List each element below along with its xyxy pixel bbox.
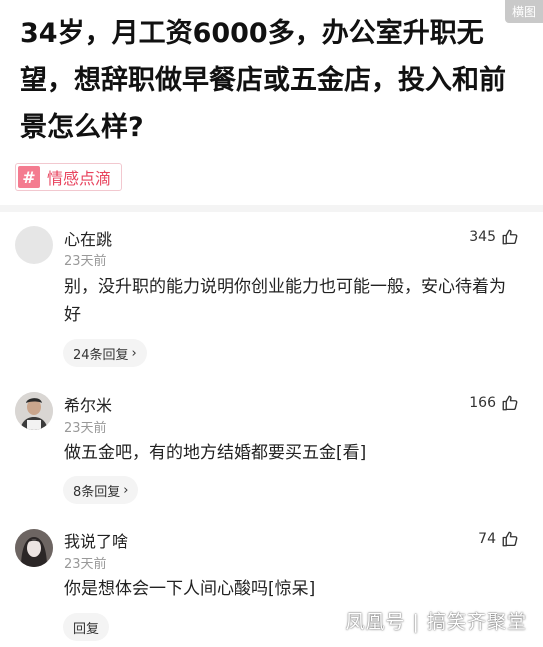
comment-username[interactable]: 我说了啥 — [64, 528, 128, 552]
comment-text: 别，没升职的能力说明你创业能力也可能一般，安心待着为好 — [64, 277, 506, 325]
like-button[interactable]: 74 — [478, 530, 519, 548]
like-count: 74 — [478, 531, 496, 547]
reply-label: 回复 — [73, 621, 100, 637]
avatar[interactable] — [15, 392, 53, 430]
comment-username[interactable]: 希尔米 — [64, 392, 112, 416]
like-button[interactable]: 166 — [469, 394, 519, 412]
woman-portrait-icon — [15, 529, 53, 567]
comment-text: 你是想体会一下人间心酸吗[惊呆] — [64, 579, 316, 599]
comment-time: 23天前 — [64, 557, 107, 572]
thumbs-up-icon — [502, 395, 518, 411]
reply-button[interactable]: 回复 — [63, 613, 110, 641]
topic-tag[interactable]: # 情感点滴 — [15, 163, 123, 191]
thumbs-up-icon — [502, 531, 518, 547]
section-divider — [0, 205, 543, 212]
chevron-right-icon: › — [123, 482, 129, 498]
reply-count-label: 8条回复 — [73, 484, 121, 500]
like-count: 345 — [469, 229, 496, 245]
person-photo-icon — [15, 392, 53, 430]
comment-time: 23天前 — [64, 421, 107, 436]
like-button[interactable]: 345 — [469, 228, 519, 246]
comment-time: 23天前 — [64, 254, 107, 269]
topic-tag-label: 情感点滴 — [47, 169, 112, 188]
like-count: 166 — [469, 395, 496, 411]
avatar[interactable] — [15, 529, 53, 567]
reply-count-label: 24条回复 — [73, 347, 129, 363]
comment-text: 做五金吧，有的地方结婚都要买五金[看] — [64, 443, 367, 463]
view-replies-button[interactable]: 8条回复 › — [63, 476, 139, 504]
hashtag-icon: # — [18, 166, 40, 188]
watermark: 凤凰号 | 搞笑齐聚堂 — [345, 611, 527, 633]
chevron-right-icon: › — [131, 345, 137, 361]
article-title: 34岁，月工资6000多，办公室升职无望，想辞职做早餐店或五金店，投入和前景怎么… — [20, 18, 506, 143]
thumbs-up-icon — [502, 229, 518, 245]
avatar[interactable] — [15, 226, 53, 264]
comment-username[interactable]: 心在跳 — [64, 226, 112, 250]
view-replies-button[interactable]: 24条回复 › — [63, 339, 147, 367]
